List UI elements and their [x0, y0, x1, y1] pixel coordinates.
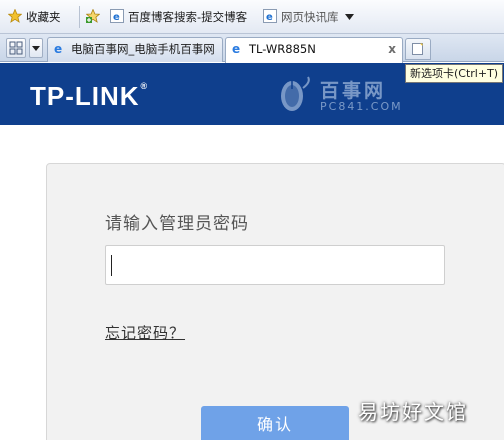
quick-tabs-button[interactable] [6, 38, 26, 58]
text-caret [111, 255, 112, 276]
tab-close-button[interactable]: x [388, 38, 396, 60]
toolbar-divider [79, 6, 80, 28]
svg-text:e: e [54, 42, 62, 55]
svg-text:e: e [232, 42, 240, 55]
favorites-button[interactable]: 收藏夹 [8, 8, 61, 26]
favorites-bar: 收藏夹 e 百度博客搜索-提交博客 e 网页快讯库 [0, 0, 504, 34]
favorites-star-icon [8, 9, 22, 23]
new-tab-icon [412, 43, 423, 55]
tab-bar: e 电脑百事网_电脑手机百事网 e TL-WR885N x [0, 34, 504, 63]
forgot-password-link[interactable]: 忘记密码？ [105, 322, 185, 343]
favorite-link-label: 百度博客搜索-提交博客 [128, 10, 248, 24]
password-prompt: 请输入管理员密码 [105, 214, 249, 234]
brand-name: TP-LINK [30, 81, 140, 111]
new-tab-button[interactable] [405, 38, 431, 60]
watermark-cn-text: 百事网 [320, 80, 387, 102]
tab-tl-wr885n[interactable]: e TL-WR885N x [225, 37, 403, 63]
ie-page-icon: e [110, 9, 124, 23]
pc841-watermark-logo: 百事网 PC841.COM [274, 76, 404, 116]
tab-list-button[interactable] [29, 38, 43, 58]
add-favorite-icon [86, 9, 100, 23]
mouse-logo-icon [281, 76, 310, 111]
tab-title: 电脑百事网_电脑手机百事网 [71, 42, 215, 56]
password-input[interactable] [105, 245, 445, 285]
favorite-link-baidu-blog[interactable]: e 百度博客搜索-提交博客 [110, 8, 247, 26]
tab-pc841[interactable]: e 电脑百事网_电脑手机百事网 [47, 37, 223, 62]
svg-text:e: e [113, 12, 120, 23]
dropdown-arrow-icon [345, 14, 355, 20]
ie-page-icon: e [263, 9, 277, 23]
watermark-en-text: PC841.COM [320, 100, 403, 113]
new-tab-tooltip: 新选项卡(Ctrl+T) [405, 64, 504, 83]
registered-mark: ® [140, 81, 149, 91]
favorite-link-label: 网页快讯库 [281, 10, 339, 24]
add-favorite-button[interactable] [86, 8, 104, 26]
ie-page-icon: e [232, 42, 240, 55]
dropdown-arrow-icon [32, 46, 40, 51]
favorite-link-web-slices[interactable]: e 网页快讯库 [263, 8, 355, 26]
confirm-button[interactable]: 确认 [201, 406, 349, 440]
quick-tabs-icon [9, 41, 23, 55]
tp-link-logo: TP-LINK® [30, 81, 148, 112]
svg-text:e: e [266, 12, 273, 23]
tab-title: TL-WR885N [249, 42, 316, 56]
ie-page-icon: e [54, 42, 62, 55]
site-watermark: 易坊好文馆 [358, 400, 468, 424]
favorites-label: 收藏夹 [26, 10, 61, 24]
